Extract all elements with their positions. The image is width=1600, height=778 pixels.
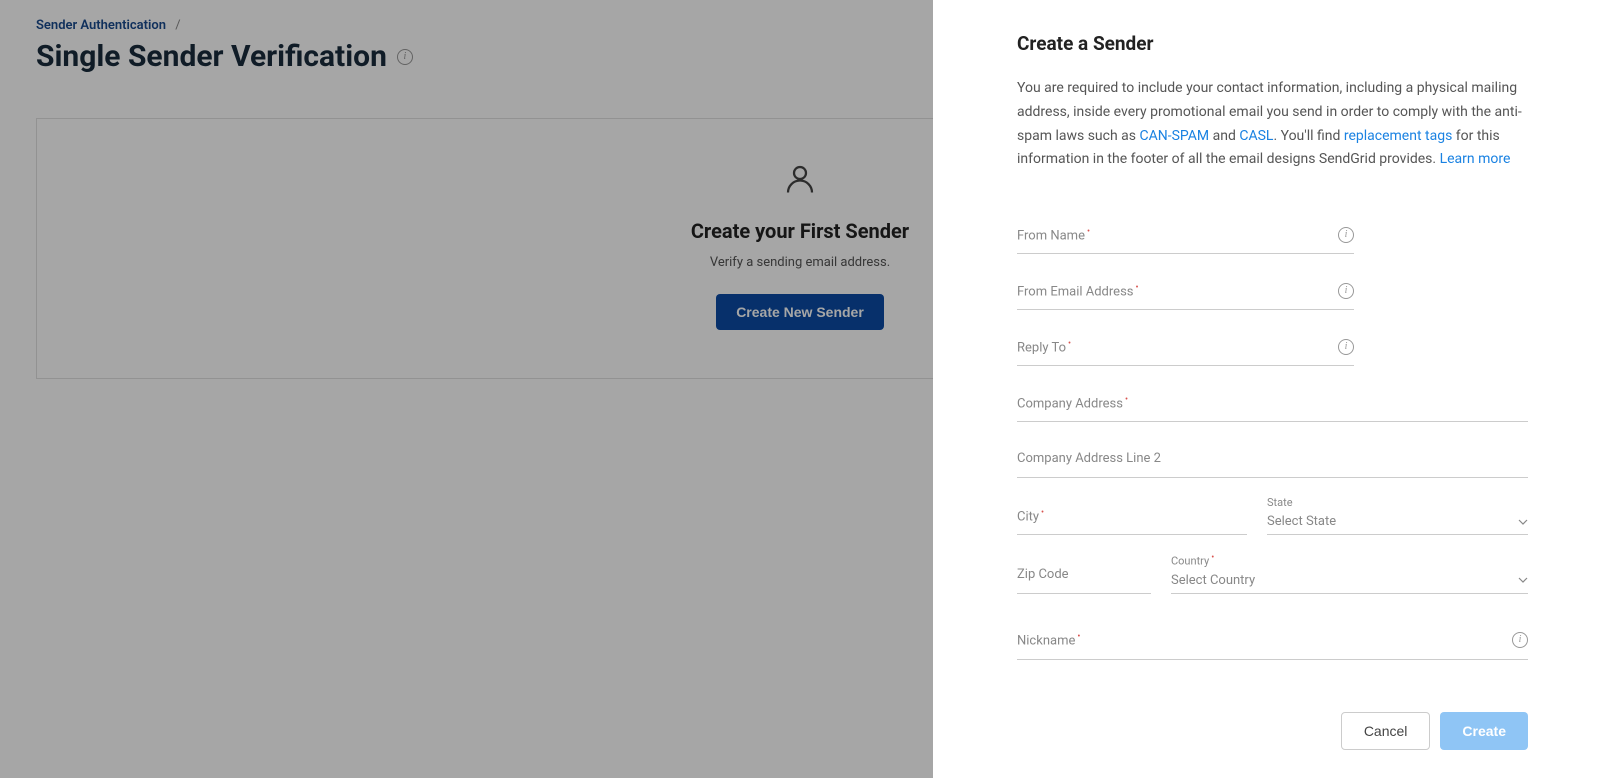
panel-title: Create a Sender — [1017, 32, 1528, 55]
country-select[interactable]: Select Country — [1171, 568, 1528, 594]
country-label: Country• — [1171, 553, 1528, 568]
state-select[interactable]: Select State — [1267, 509, 1528, 535]
company-address-2-field[interactable]: Company Address Line 2 — [1017, 440, 1528, 478]
modal-overlay[interactable] — [0, 0, 933, 778]
info-icon[interactable]: i — [1338, 339, 1354, 355]
country-placeholder: Select Country — [1171, 573, 1255, 588]
zip-code-field[interactable]: Zip Code — [1017, 556, 1151, 594]
reply-to-field[interactable]: Reply To• i — [1017, 328, 1354, 366]
info-icon[interactable]: i — [1512, 632, 1528, 648]
link-casl[interactable]: CASL — [1239, 128, 1273, 144]
chevron-down-icon — [1518, 575, 1528, 585]
state-placeholder: Select State — [1267, 514, 1336, 529]
create-button[interactable]: Create — [1440, 712, 1528, 750]
zip-code-label: Zip Code — [1017, 567, 1151, 582]
company-address-field[interactable]: Company Address• — [1017, 384, 1528, 422]
city-label: City• — [1017, 508, 1247, 524]
link-replacement-tags[interactable]: replacement tags — [1344, 128, 1452, 144]
company-address-label: Company Address• — [1017, 395, 1528, 411]
from-email-field[interactable]: From Email Address• i — [1017, 272, 1354, 310]
reply-to-label: Reply To• — [1017, 339, 1338, 355]
link-can-spam[interactable]: CAN-SPAM — [1139, 128, 1209, 144]
cancel-button[interactable]: Cancel — [1341, 712, 1431, 750]
state-label: State — [1267, 496, 1528, 509]
from-email-label: From Email Address• — [1017, 283, 1338, 299]
link-learn-more[interactable]: Learn more — [1440, 151, 1511, 167]
panel-description: You are required to include your contact… — [1017, 77, 1528, 172]
nickname-field[interactable]: Nickname• i — [1017, 622, 1528, 660]
chevron-down-icon — [1518, 517, 1528, 527]
company-address-2-label: Company Address Line 2 — [1017, 451, 1528, 466]
form-body: From Name• i From Email Address• i Reply… — [1017, 216, 1528, 682]
desc-text: . You'll find — [1273, 128, 1343, 144]
create-sender-panel: Create a Sender You are required to incl… — [933, 0, 1600, 778]
desc-text: and — [1209, 128, 1239, 144]
from-name-field[interactable]: From Name• i — [1017, 216, 1354, 254]
info-icon[interactable]: i — [1338, 227, 1354, 243]
from-name-label: From Name• — [1017, 227, 1338, 243]
info-icon[interactable]: i — [1338, 283, 1354, 299]
nickname-label: Nickname• — [1017, 632, 1512, 648]
city-field[interactable]: City• — [1017, 497, 1247, 535]
panel-footer: Cancel Create — [1017, 682, 1528, 750]
